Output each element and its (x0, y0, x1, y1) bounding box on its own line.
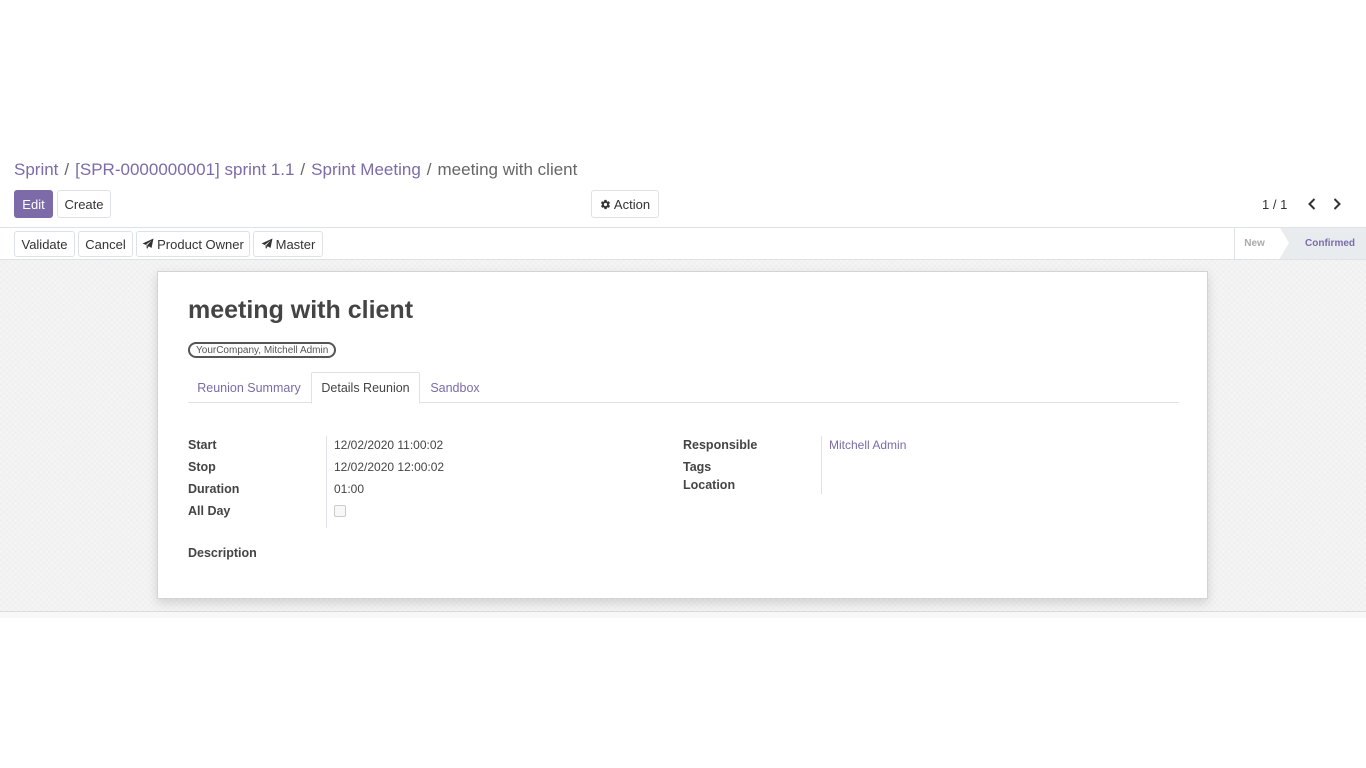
left-group-separator (326, 436, 327, 528)
attendees-tag[interactable]: YourCompany, Mitchell Admin (188, 342, 337, 358)
product-owner-button[interactable]: Product Owner (136, 231, 250, 257)
location-label: Location (683, 478, 736, 492)
stage-confirmed: Confirmed (1280, 228, 1366, 259)
control-panel: Sprint / [SPR-0000000001] sprint 1.1 / Sprin… (0, 150, 1366, 228)
duration-label: Duration (188, 482, 240, 496)
right-group-separator (821, 436, 822, 494)
tab-sandbox[interactable]: Sandbox (421, 372, 489, 403)
tab-reunion-summary[interactable]: Reunion Summary (188, 372, 310, 403)
start-value: 12/02/2020 11:00:02 (334, 438, 444, 452)
create-button[interactable]: Create (57, 190, 111, 218)
breadcrumb-separator: / (300, 160, 306, 179)
responsible-label: Responsible (683, 438, 758, 452)
tab-details-reunion[interactable]: Details Reunion (311, 372, 420, 404)
breadcrumb-separator: / (426, 160, 432, 179)
chevron-left-icon[interactable] (1304, 196, 1320, 212)
statusbar: Validate Cancel Product Owner Master New… (0, 227, 1366, 260)
duration-value: 01:00 (334, 482, 365, 496)
action-button[interactable]: Action (591, 190, 659, 218)
breadcrumb-current: meeting with client (437, 160, 578, 179)
status-stages: New Confirmed (1234, 228, 1366, 259)
validate-button[interactable]: Validate (14, 231, 75, 257)
stop-value: 12/02/2020 12:00:02 (334, 460, 445, 474)
start-label: Start (188, 438, 217, 452)
breadcrumb-sprint[interactable]: Sprint (14, 160, 58, 179)
action-label: Action (613, 196, 651, 212)
breadcrumb: Sprint / [SPR-0000000001] sprint 1.1 / Sprin… (14, 160, 577, 180)
paper-plane-icon (261, 238, 273, 249)
master-button[interactable]: Master (253, 231, 323, 257)
paper-plane-icon (142, 238, 154, 249)
description-label: Description (188, 546, 257, 560)
stage-new: New (1244, 238, 1265, 249)
chevron-right-icon[interactable] (1329, 196, 1345, 212)
breadcrumb-sprint-record[interactable]: [SPR-0000000001] sprint 1.1 (75, 160, 294, 179)
breadcrumb-separator: / (64, 160, 70, 179)
form-footer-strip (0, 612, 1366, 618)
all-day-label: All Day (188, 504, 231, 518)
record-title: meeting with client (188, 296, 414, 324)
gear-icon (600, 199, 610, 209)
responsible-link[interactable]: Mitchell Admin (829, 438, 906, 452)
edit-button[interactable]: Edit (14, 190, 53, 218)
all-day-checkbox (334, 505, 346, 517)
stop-label: Stop (188, 460, 216, 474)
pager-value[interactable]: 1 / 1 (1262, 197, 1287, 212)
cancel-button[interactable]: Cancel (78, 231, 133, 257)
master-label: Master (275, 236, 316, 252)
notebook-tabs: Reunion Summary Details Reunion Sandbox (188, 372, 1179, 404)
tags-label: Tags (683, 460, 712, 474)
form-sheet: meeting with client YourCompany, Mitchel… (157, 271, 1208, 599)
product-owner-label: Product Owner (157, 236, 244, 252)
breadcrumb-sprint-meeting[interactable]: Sprint Meeting (311, 160, 421, 179)
